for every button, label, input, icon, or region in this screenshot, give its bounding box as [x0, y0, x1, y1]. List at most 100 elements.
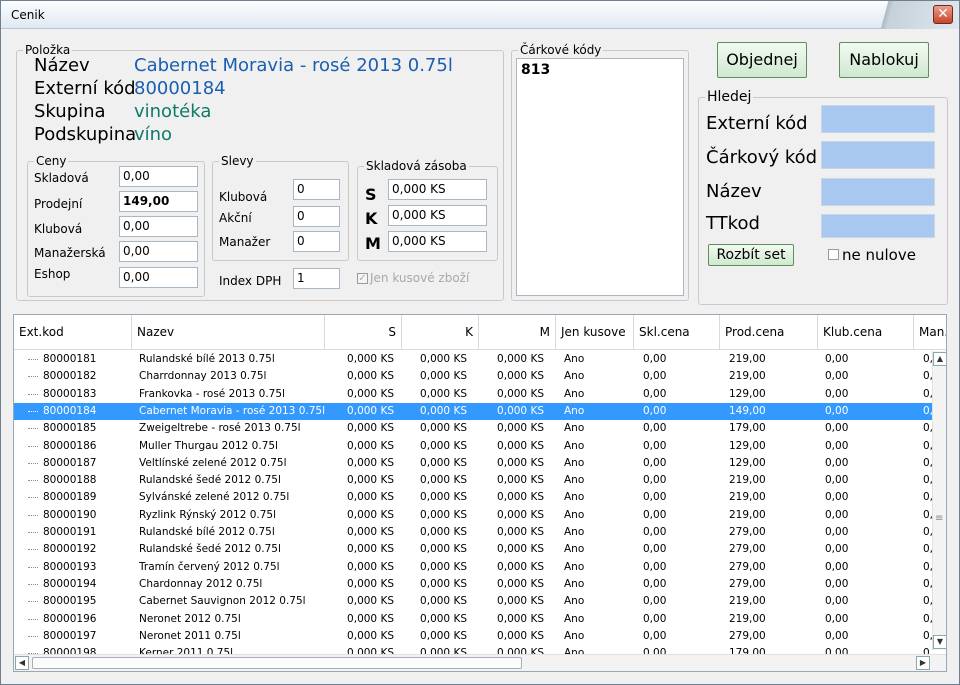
cell-prod-cena: 219,00	[729, 353, 766, 365]
scroll-down-icon[interactable]: ▼	[933, 635, 946, 649]
sleva-akcni-field[interactable]: 0	[293, 206, 340, 227]
cell-skl-cena: 0,00	[643, 577, 667, 590]
jen-kusove-label: Jen kusové zboží	[370, 271, 470, 285]
klubova-cena-field[interactable]: 0,00	[119, 216, 198, 237]
zasoba-s-field[interactable]: 0,000 KS	[388, 179, 487, 200]
column-header-s[interactable]: S	[325, 315, 402, 350]
scroll-up-icon[interactable]: ▲	[933, 352, 946, 366]
cell-klub-cena: 0,00	[825, 439, 849, 452]
cell-m: 0,000 KS	[497, 456, 544, 469]
close-icon[interactable]: ✕	[933, 5, 953, 24]
cell-ext-kod: 80000195	[43, 595, 97, 608]
tree-connector	[28, 497, 38, 499]
search-nazev-input[interactable]	[821, 178, 935, 206]
ne-nulove-label: ne nulove	[842, 246, 916, 264]
cell-k: 0,000 KS	[420, 612, 467, 625]
eshop-cena-field[interactable]: 0,00	[119, 267, 198, 288]
index-dph-field[interactable]: 1	[293, 268, 340, 289]
title-bar[interactable]: Cenik ✕	[1, 1, 959, 29]
sleva-manazer-field[interactable]: 0	[293, 231, 340, 252]
cell-nazev: Veltlínské zelené 2012 0.75l	[139, 456, 287, 469]
search-ttkod-input[interactable]	[821, 214, 935, 238]
sleva-akcni-label: Akční	[219, 211, 252, 225]
cell-ext-kod: 80000186	[43, 439, 97, 452]
cell-klub-cena: 0,00	[825, 543, 849, 556]
table-row[interactable]: 80000186 Muller Thurgau 2012 0.75l 0,000 K…	[14, 438, 933, 455]
table-row[interactable]: 80000195 Cabernet Sauvignon 2012 0.75l 0,0…	[14, 593, 933, 610]
jen-kusove-checkbox[interactable]: ✓	[357, 273, 368, 284]
cell-ext-kod: 80000185	[43, 422, 97, 435]
prodejni-cena-field[interactable]: 149,00	[119, 191, 198, 212]
cell-ext-kod: 80000193	[43, 560, 97, 573]
ne-nulove-checkbox[interactable]	[828, 249, 839, 260]
scroll-right-icon[interactable]: ▶	[916, 656, 930, 670]
manazerska-cena-field[interactable]: 0,00	[119, 241, 198, 262]
sleva-klubova-field[interactable]: 0	[293, 179, 340, 200]
cell-klub-cena: 0,00	[825, 508, 849, 521]
search-carkovy-input[interactable]	[821, 141, 935, 169]
products-grid[interactable]: Ext.kod Nazev S K M Jen kusove Skl.cena Prod.ce…	[13, 314, 947, 672]
zasoba-m-field[interactable]: 0,000 KS	[388, 231, 487, 252]
table-row[interactable]: 80000187 Veltlínské zelené 2012 0.75l 0,00…	[14, 455, 933, 472]
cell-klub-cena: 0,00	[825, 387, 849, 400]
cell-nazev: Neronet 2011 0.75l	[139, 629, 241, 642]
table-row[interactable]: 80000188 Rulandské šedé 2012 0.75l 0,000 K…	[14, 472, 933, 489]
cell-m: 0,000 KS	[497, 353, 544, 365]
table-row[interactable]: 80000181 Rulandské bílé 2013 0.75l 0,000 K…	[14, 351, 933, 368]
table-row[interactable]: 80000192 Rulandské šedé 2012 0.75l 0,000 K…	[14, 541, 933, 558]
search-externi-input[interactable]	[821, 105, 935, 133]
column-header-skl-cena[interactable]: Skl.cena	[634, 315, 720, 350]
table-row[interactable]: 80000193 Tramín červený 2012 0.75l 0,000 K…	[14, 559, 933, 576]
cell-nazev: Zweigeltrebe - rosé 2013 0.75l	[139, 422, 301, 435]
cell-klub-cena: 0,00	[825, 629, 849, 642]
table-row[interactable]: 80000183 Frankovka - rosé 2013 0.75l 0,000…	[14, 386, 933, 403]
horizontal-scroll-thumb[interactable]	[32, 657, 522, 669]
table-row[interactable]: 80000185 Zweigeltrebe - rosé 2013 0.75l 0,…	[14, 420, 933, 437]
horizontal-scrollbar[interactable]: ◀ ▶	[14, 654, 946, 671]
tree-connector	[28, 376, 38, 378]
cell-skl-cena: 0,00	[643, 370, 667, 383]
column-header-nazev[interactable]: Nazev	[132, 315, 325, 350]
cell-prod-cena: 219,00	[729, 595, 766, 608]
hledej-legend: Hledej	[707, 89, 752, 105]
cell-s: 0,000 KS	[347, 439, 394, 452]
column-header-m[interactable]: M	[479, 315, 556, 350]
cell-m: 0,000 KS	[497, 404, 544, 417]
nablokuj-button[interactable]: Nablokuj	[839, 42, 929, 78]
scroll-left-icon[interactable]: ◀	[15, 656, 29, 670]
search-externi-label: Externí kód	[706, 113, 808, 134]
vertical-scrollbar[interactable]: ▲ ≡ ▼	[932, 351, 946, 650]
externi-kod-value: 80000184	[134, 78, 226, 99]
barcode-item[interactable]: 813	[521, 62, 550, 78]
barcodes-list[interactable]: 813	[516, 58, 684, 296]
table-row[interactable]: 80000182 Charrdonnay 2013 0.75l 0,000 KS 0,…	[14, 368, 933, 385]
column-header-klub-cena[interactable]: Klub.cena	[818, 315, 914, 350]
table-row[interactable]: 80000189 Sylvánské zelené 2012 0.75l 0,000…	[14, 489, 933, 506]
cell-k: 0,000 KS	[420, 508, 467, 521]
table-row[interactable]: 80000191 Rulandské bílé 2012 0.75l 0,000 K…	[14, 524, 933, 541]
cell-jen-kusove: Ano	[564, 404, 585, 417]
table-row[interactable]: 80000196 Neronet 2012 0.75l 0,000 KS 0,000 …	[14, 611, 933, 628]
tree-connector	[28, 583, 38, 585]
table-row[interactable]: 80000197 Neronet 2011 0.75l 0,000 KS 0,000 …	[14, 628, 933, 645]
skladova-cena-field[interactable]: 0,00	[119, 166, 198, 187]
column-header-ext-kod[interactable]: Ext.kod	[14, 315, 132, 350]
column-header-man[interactable]: Man.	[914, 315, 946, 350]
table-row[interactable]: 80000184 Cabernet Moravia - rosé 2013 0.7…	[14, 402, 933, 421]
cell-klub-cena: 0,00	[825, 612, 849, 625]
zasoba-k-field[interactable]: 0,000 KS	[388, 205, 487, 226]
cell-jen-kusove: Ano	[564, 629, 585, 642]
cell-k: 0,000 KS	[420, 439, 467, 452]
column-header-k[interactable]: K	[402, 315, 479, 350]
scroll-grip-icon[interactable]: ≡	[935, 513, 943, 524]
zasoba-s-label: S	[365, 185, 377, 204]
objednej-button[interactable]: Objednej	[717, 42, 807, 78]
column-header-jen-kusove[interactable]: Jen kusove	[556, 315, 634, 350]
cell-k: 0,000 KS	[420, 370, 467, 383]
rozbit-set-button[interactable]: Rozbít set	[708, 244, 794, 266]
cell-nazev: Cabernet Sauvignon 2012 0.75l	[139, 595, 306, 608]
table-row[interactable]: 80000190 Ryzlink Rýnský 2012 0.75l 0,000 K…	[14, 507, 933, 524]
column-header-prod-cena[interactable]: Prod.cena	[720, 315, 818, 350]
table-row[interactable]: 80000194 Chardonnay 2012 0.75l 0,000 KS 0,0…	[14, 576, 933, 593]
cell-jen-kusove: Ano	[564, 370, 585, 383]
